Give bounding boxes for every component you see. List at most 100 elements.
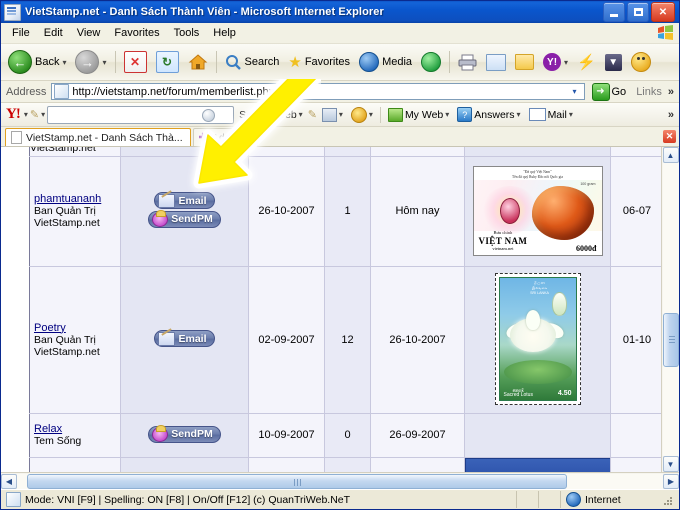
member-username-link[interactable]: Poetry — [34, 322, 116, 334]
member-username-link[interactable]: phamtuananh — [34, 193, 116, 205]
refresh-button[interactable]: ↻ — [152, 49, 183, 75]
stamp-name: Sacred Lotus — [503, 392, 533, 398]
vertical-scroll-thumb[interactable] — [662, 313, 679, 367]
stamp-country-sub: vietnam.net — [492, 246, 514, 251]
menu-item-tools[interactable]: Tools — [167, 25, 207, 41]
chevron-down-icon[interactable]: ▾ — [569, 110, 573, 119]
vertical-scroll-track[interactable] — [662, 163, 679, 456]
resize-grip-icon[interactable] — [660, 493, 674, 507]
highlight-icon[interactable]: ✎ — [308, 108, 317, 121]
toolbar-overflow-icon[interactable]: » — [668, 86, 676, 98]
mail-label: Mail — [547, 108, 567, 121]
print-button[interactable] — [454, 52, 481, 73]
emoticon-button[interactable] — [627, 50, 655, 74]
send-pm-button[interactable]: SendPM — [148, 209, 221, 228]
status-message: Mode: VNI [F9] | Spelling: ON [F8] | On/… — [25, 493, 351, 506]
note-icon — [515, 54, 535, 70]
stamp-image-srilanka-lotus: ශ්‍රී ලංකා இலங்கை SRI LANKA — [493, 271, 583, 407]
yahoo-logo-icon[interactable]: Y! — [4, 106, 22, 123]
stamp-image-vietnam-ruby: "Đá quý Việt Nam" Tên đá quý Ruby Đắc nố… — [471, 164, 605, 258]
media-button[interactable]: Media — [355, 50, 416, 74]
member-cell-last-visit — [370, 457, 465, 472]
vertical-scrollbar[interactable]: ▲ ▼ — [661, 147, 679, 472]
tab-active[interactable]: VietStamp.net - Danh Sách Thà... — [5, 128, 191, 146]
horizontal-scroll-thumb[interactable] — [27, 473, 567, 489]
plus-icon: ✚ — [198, 132, 208, 144]
table-row: Poetry Ban Quản Trị VietStamp.net Email … — [29, 266, 661, 414]
menu-item-help[interactable]: Help — [206, 25, 243, 41]
home-button[interactable] — [184, 51, 212, 73]
history-icon — [421, 52, 442, 72]
status-spacer-1 — [517, 491, 539, 508]
yahoo-button[interactable]: Y! ▾ — [539, 51, 572, 73]
notes-button[interactable] — [511, 52, 538, 72]
tabs-button[interactable]: ▾ — [319, 107, 346, 123]
toolbar-divider — [449, 51, 451, 73]
close-button[interactable]: ✕ — [651, 2, 675, 22]
mail-button[interactable]: Mail ▾ — [526, 107, 576, 122]
menu-item-view[interactable]: View — [70, 25, 108, 41]
links-button[interactable]: Links — [633, 86, 665, 98]
chevron-down-icon[interactable]: ▾ — [445, 110, 449, 119]
chevron-down-icon[interactable]: ▾ — [299, 110, 303, 119]
yahoo-overflow-icon[interactable]: » — [668, 109, 676, 121]
history-button[interactable] — [417, 50, 445, 74]
emoticon-icon — [630, 52, 651, 72]
add-tab-button[interactable]: ✚ Add Tab — [192, 128, 259, 146]
yahoo-search-input[interactable] — [47, 105, 235, 124]
forward-arrow-icon: → — [75, 50, 100, 74]
maximize-button[interactable] — [627, 2, 649, 22]
memberlist-table: VietStamp.net phamtuananh Ban Quản Trị V… — [29, 147, 661, 472]
favorites-button[interactable]: ★ Favorites — [284, 51, 354, 73]
menu-item-favorites[interactable]: Favorites — [107, 25, 166, 41]
member-username-link[interactable]: Relax — [34, 423, 116, 435]
anti-spy-button[interactable]: ▾ — [348, 106, 376, 124]
chevron-down-icon[interactable]: ▾ — [102, 58, 106, 67]
horizontal-scrollbar[interactable]: ◀ ▶ — [1, 472, 679, 489]
page-left-margin — [1, 147, 29, 472]
horizontal-scroll-track[interactable] — [17, 473, 663, 489]
menu-bar: File Edit View Favorites Tools Help — [1, 23, 679, 44]
answers-button[interactable]: ? Answers ▾ — [454, 106, 523, 123]
security-zone-cell: Internet — [561, 491, 679, 508]
member-rank-line2: VietStamp.net — [34, 345, 100, 358]
menu-item-file[interactable]: File — [5, 25, 37, 41]
pencil-icon[interactable]: ✎ — [30, 108, 39, 121]
scroll-up-button[interactable]: ▲ — [662, 147, 679, 163]
page-viewport: VietStamp.net phamtuananh Ban Quản Trị V… — [1, 147, 679, 472]
scroll-down-button[interactable]: ▼ — [662, 456, 679, 472]
stack-icon — [321, 107, 337, 122]
search-web-button[interactable]: Search Web ▾ — [236, 108, 306, 122]
download-button[interactable]: ▼ — [601, 52, 626, 73]
edit-button[interactable] — [482, 52, 510, 73]
scroll-right-button[interactable]: ▶ — [663, 473, 679, 489]
chevron-down-icon[interactable]: ▾ — [339, 110, 343, 119]
chevron-down-icon[interactable]: ▾ — [517, 110, 521, 119]
toolbar-divider — [114, 51, 116, 73]
address-dropdown-icon[interactable]: ▾ — [568, 84, 582, 99]
mail-icon — [528, 108, 546, 121]
go-button[interactable]: ➜ Go — [588, 82, 631, 101]
email-button[interactable]: Email — [154, 192, 215, 210]
chevron-down-icon[interactable]: ▾ — [41, 110, 45, 119]
table-row — [29, 457, 661, 472]
my-web-button[interactable]: My Web ▾ — [385, 107, 452, 123]
search-button[interactable]: Search — [221, 52, 284, 73]
chevron-down-icon[interactable]: ▾ — [62, 58, 66, 67]
chevron-down-icon[interactable]: ▾ — [564, 58, 568, 67]
messenger-button[interactable]: ⚡ — [573, 51, 600, 73]
window-controls: ✕ — [603, 2, 677, 22]
chevron-down-icon[interactable]: ▾ — [369, 110, 373, 119]
minimize-button[interactable] — [603, 2, 625, 22]
forward-button[interactable]: → ▾ — [71, 48, 110, 76]
send-pm-button[interactable]: SendPM — [148, 424, 221, 443]
scroll-left-button[interactable]: ◀ — [1, 473, 17, 489]
address-input[interactable]: http://vietstamp.net/forum/memberlist.ph… — [51, 83, 585, 100]
stop-button[interactable]: ✕ — [120, 49, 151, 75]
chevron-down-icon[interactable]: ▾ — [24, 110, 28, 119]
close-tab-bar-button[interactable]: ✕ — [663, 130, 676, 143]
back-button[interactable]: ← Back ▾ — [4, 48, 70, 76]
email-button[interactable]: Email — [154, 330, 215, 348]
back-label: Back — [35, 56, 60, 68]
menu-item-edit[interactable]: Edit — [37, 25, 70, 41]
